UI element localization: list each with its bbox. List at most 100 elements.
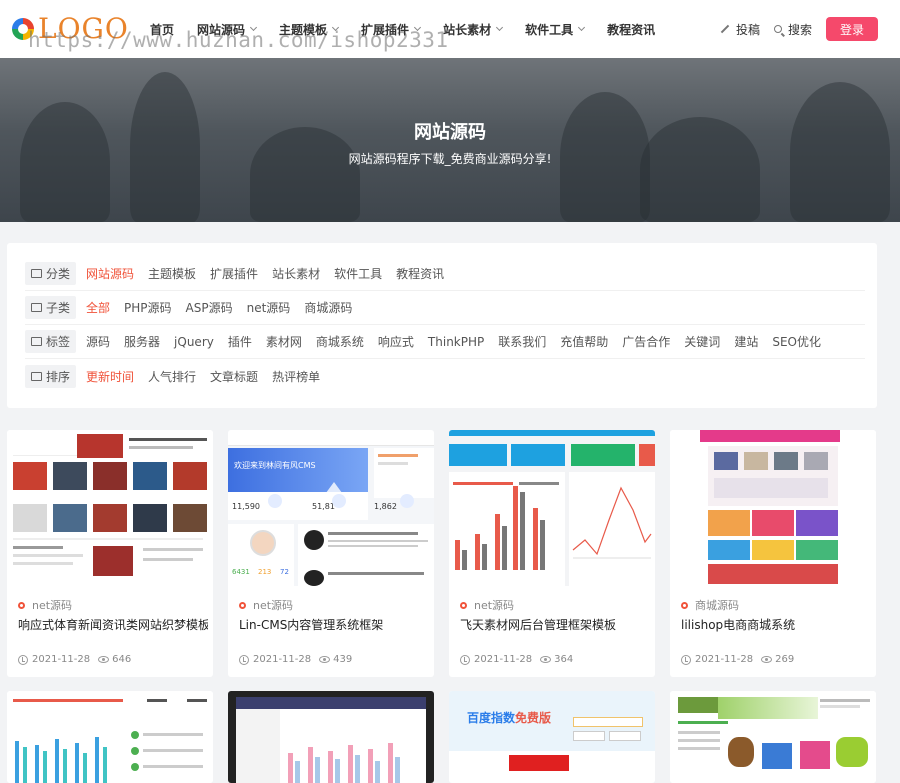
card-meta: 2021-11-28 364: [460, 654, 573, 665]
filter-item[interactable]: 站长素材: [272, 265, 320, 282]
submit-link[interactable]: 投稿: [720, 21, 760, 38]
thumb-stat: 1,862: [374, 502, 397, 511]
filter-item[interactable]: 响应式: [378, 333, 414, 350]
card-title[interactable]: 响应式体育新闻资讯类网站织梦模板: [18, 616, 208, 633]
resource-card[interactable]: 欢迎来到林间有风CMS 11,590 51,81 1,862 6431 213 …: [228, 430, 434, 677]
thumb-stat: 72: [280, 568, 289, 576]
filter-item[interactable]: 商城系统: [316, 333, 364, 350]
card-title[interactable]: 飞天素材网后台管理框架模板: [460, 616, 650, 633]
filter-item[interactable]: 素材网: [266, 333, 302, 350]
card-meta: 2021-11-28 439: [239, 654, 352, 665]
nav-item-materials[interactable]: 站长素材: [443, 21, 504, 38]
nav-item-plugins[interactable]: 扩展插件: [361, 21, 422, 38]
card-thumbnail[interactable]: [228, 691, 434, 783]
chevron-down-icon: [496, 23, 504, 32]
nav-item-source[interactable]: 网站源码: [197, 21, 258, 38]
filter-item[interactable]: 广告合作: [622, 333, 670, 350]
nav-item-home[interactable]: 首页: [150, 21, 174, 38]
card-title[interactable]: lilishop电商商城系统: [681, 616, 871, 633]
card-category[interactable]: net源码: [18, 597, 72, 613]
thumb-stat: 213: [258, 568, 272, 576]
filter-label-category: 分类: [25, 262, 77, 285]
login-button[interactable]: 登录: [826, 17, 878, 41]
card-thumbnail[interactable]: [670, 691, 876, 783]
filter-label-subcategory: 子类: [25, 296, 77, 319]
filter-item[interactable]: 商城源码: [304, 299, 352, 316]
filter-item[interactable]: 联系我们: [498, 333, 546, 350]
card-date: 2021-11-28: [695, 654, 754, 665]
filter-label-tags: 标签: [25, 330, 77, 353]
filter-item[interactable]: 全部: [86, 299, 110, 316]
clock-icon: [681, 654, 691, 665]
card-thumbnail[interactable]: [7, 430, 213, 586]
card-thumbnail[interactable]: 百度指数免费版: [449, 691, 655, 783]
filter-item[interactable]: 源码: [86, 333, 110, 350]
card-date: 2021-11-28: [474, 654, 533, 665]
banner-subtitle: 网站源码程序下载_免费商业源码分享!: [348, 152, 552, 166]
filter-item[interactable]: SEO优化: [772, 333, 821, 350]
filter-item[interactable]: ThinkPHP: [428, 335, 484, 349]
card-category[interactable]: net源码: [239, 597, 293, 613]
filter-item[interactable]: 建站: [734, 333, 758, 350]
circle-dot-icon: [18, 601, 25, 609]
filter-item[interactable]: PHP源码: [124, 299, 172, 316]
search-link[interactable]: 搜索: [773, 21, 812, 38]
card-thumbnail[interactable]: 欢迎来到林间有风CMS 11,590 51,81 1,862 6431 213 …: [228, 430, 434, 586]
card-thumbnail[interactable]: [449, 430, 655, 586]
filter-row-tags: 标签 源码 服务器 jQuery 插件 素材网 商城系统 响应式 ThinkPH…: [25, 325, 865, 359]
filter-item[interactable]: 教程资讯: [396, 265, 444, 282]
filter-item[interactable]: 关键词: [684, 333, 720, 350]
filter-item[interactable]: 热评榜单: [272, 368, 320, 385]
hero-banner: 网站源码 网站源码程序下载_免费商业源码分享!: [0, 58, 900, 222]
nav-item-software[interactable]: 软件工具: [525, 21, 586, 38]
filter-item[interactable]: 服务器: [124, 333, 160, 350]
card-category[interactable]: net源码: [460, 597, 514, 613]
eye-icon: [761, 656, 773, 663]
banner-tree-shape: [130, 72, 200, 222]
filter-item[interactable]: 软件工具: [334, 265, 382, 282]
resource-card[interactable]: net源码 飞天素材网后台管理框架模板 2021-11-28 364: [449, 430, 655, 677]
chevron-down-icon: [578, 23, 586, 32]
filter-panel: 分类 网站源码 主题模板 扩展插件 站长素材 软件工具 教程资讯 子类 全部 P…: [7, 243, 877, 408]
filter-item[interactable]: 更新时间: [86, 368, 134, 385]
nav-item-themes[interactable]: 主题模板: [279, 21, 340, 38]
filter-item[interactable]: 扩展插件: [210, 265, 258, 282]
resource-card[interactable]: 商城源码 lilishop电商商城系统 2021-11-28 269: [670, 430, 876, 677]
filter-row-sort: 排序 更新时间 人气排行 文章标题 热评榜单: [25, 359, 865, 393]
filter-item[interactable]: 主题模板: [148, 265, 196, 282]
filter-item[interactable]: 文章标题: [210, 368, 258, 385]
thumb-brand-text: 百度指数免费版: [467, 711, 552, 725]
resource-card[interactable]: [228, 691, 434, 783]
filter-item[interactable]: 充值帮助: [560, 333, 608, 350]
card-category[interactable]: 商城源码: [681, 597, 739, 613]
filter-item[interactable]: 人气排行: [148, 368, 196, 385]
resource-card[interactable]: [670, 691, 876, 783]
thumb-welcome-text: 欢迎来到林间有风CMS: [234, 461, 316, 470]
card-meta: 2021-11-28 646: [18, 654, 131, 665]
folder-icon: [31, 269, 42, 278]
circle-dot-icon: [239, 601, 246, 609]
filter-item[interactable]: net源码: [247, 299, 291, 316]
tag-icon: [31, 337, 42, 346]
filter-item[interactable]: jQuery: [174, 335, 214, 349]
chevron-down-icon: [414, 23, 422, 32]
circle-dot-icon: [460, 601, 467, 609]
resource-card[interactable]: [7, 691, 213, 783]
filter-item[interactable]: 网站源码: [86, 265, 134, 282]
card-views: 646: [112, 654, 132, 665]
clock-icon: [460, 654, 470, 665]
filter-row-subcategory: 子类 全部 PHP源码 ASP源码 net源码 商城源码: [25, 291, 865, 325]
resource-card[interactable]: 百度指数免费版: [449, 691, 655, 783]
thumb-stat: 11,590: [232, 502, 260, 511]
resource-card[interactable]: net源码 响应式体育新闻资讯类网站织梦模板 2021-11-28 646: [7, 430, 213, 677]
filter-item[interactable]: ASP源码: [186, 299, 233, 316]
thumb-stat: 6431: [232, 568, 250, 576]
card-views: 364: [554, 654, 574, 665]
card-thumbnail[interactable]: [7, 691, 213, 783]
chevron-down-icon: [249, 23, 258, 32]
card-title[interactable]: Lin-CMS内容管理系统框架: [239, 616, 429, 633]
nav-item-tutorials[interactable]: 教程资讯: [607, 21, 655, 38]
header-actions: 投稿 搜索 登录: [720, 0, 878, 58]
filter-item[interactable]: 插件: [228, 333, 252, 350]
card-thumbnail[interactable]: [670, 430, 876, 586]
